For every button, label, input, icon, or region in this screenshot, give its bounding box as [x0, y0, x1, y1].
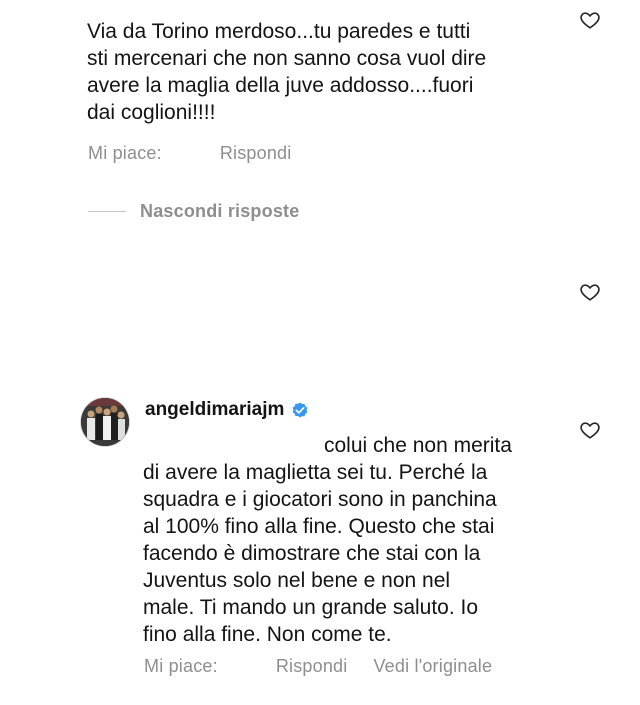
see-original-button[interactable]: Vedi l'originale [373, 656, 492, 677]
hide-replies-toggle[interactable]: Nascondi risposte [88, 201, 299, 222]
reply-text: colui che non merita di avere la magliet… [143, 434, 512, 646]
reply-button[interactable]: Rispondi [276, 656, 348, 677]
heart-icon[interactable] [579, 9, 601, 31]
verified-badge-icon [293, 402, 308, 418]
like-button[interactable]: Mi piace: [144, 656, 218, 677]
username[interactable]: angeldimariajm [145, 399, 284, 421]
heart-icon[interactable] [579, 281, 601, 303]
like-button[interactable]: Mi piace: [88, 143, 162, 164]
username-row: angeldimariajm [145, 399, 310, 421]
avatar-image [81, 398, 129, 446]
hide-replies-label: Nascondi risposte [140, 201, 300, 221]
avatar[interactable] [80, 397, 130, 447]
replies-divider [88, 211, 126, 212]
comment-actions: Mi piace: Rispondi [88, 143, 291, 164]
comment-text: Via da Torino merdoso...tu paredes e tut… [87, 20, 487, 124]
heart-icon[interactable] [579, 419, 601, 441]
reply-actions: Mi piace: Rispondi Vedi l'originale [144, 656, 492, 677]
reply-button[interactable]: Rispondi [220, 143, 292, 164]
